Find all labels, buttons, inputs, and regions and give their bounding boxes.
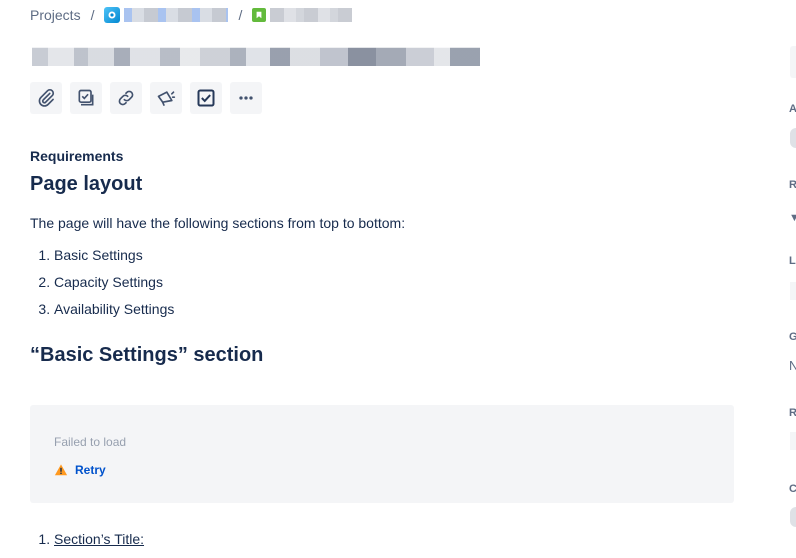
link-issue-button[interactable] xyxy=(110,82,142,114)
list-item: Capacity Settings xyxy=(54,273,734,291)
description-content[interactable]: Requirements Page layout The page will h… xyxy=(30,148,734,367)
sections-list: Basic Settings Capacity Settings Availab… xyxy=(30,246,734,318)
list-item: Section’s Title: xyxy=(54,530,144,548)
breadcrumb-project-link[interactable] xyxy=(124,8,229,22)
attachment-icon xyxy=(38,89,55,107)
breadcrumb-issue-link[interactable] xyxy=(270,8,353,22)
project-avatar-icon[interactable] xyxy=(104,7,121,23)
add-child-issue-button[interactable] xyxy=(70,82,102,114)
issue-toolbar xyxy=(30,82,262,114)
label-chip[interactable] xyxy=(790,282,796,300)
sidebar-field-label: A xyxy=(789,103,796,115)
list-item: Basic Settings xyxy=(54,246,734,264)
failed-message: Failed to load xyxy=(54,435,127,449)
sidebar-field-label: G xyxy=(789,331,796,343)
list-item: Availability Settings xyxy=(54,300,734,318)
announce-button[interactable] xyxy=(150,82,182,114)
more-actions-button[interactable] xyxy=(230,82,262,114)
checkbox-icon xyxy=(197,89,215,107)
sidebar-status-button[interactable] xyxy=(790,46,796,78)
basic-settings-heading: “Basic Settings” section xyxy=(30,344,264,366)
subsection-list: Section’s Title: xyxy=(30,530,144,548)
attach-button[interactable] xyxy=(30,82,62,114)
chevron-down-icon[interactable]: ▼ xyxy=(789,212,796,224)
breadcrumb-separator: / xyxy=(90,7,95,23)
checklist-button[interactable] xyxy=(190,82,222,114)
field-label: Requirements xyxy=(30,148,124,164)
retry-label: Retry xyxy=(75,463,106,477)
page-layout-heading: Page layout xyxy=(30,173,143,195)
sidebar-field-label: C xyxy=(789,483,796,495)
more-icon xyxy=(239,96,253,100)
failed-embed-panel: Failed to load Retry xyxy=(30,405,734,503)
avatar[interactable] xyxy=(790,128,796,148)
warning-icon xyxy=(54,464,68,476)
breadcrumb: Projects / / xyxy=(30,6,353,24)
retry-button[interactable]: Retry xyxy=(54,463,106,477)
story-icon xyxy=(252,8,267,22)
breadcrumb-projects-link[interactable]: Projects xyxy=(30,7,81,23)
add-child-icon xyxy=(78,89,94,106)
link-icon xyxy=(118,90,134,106)
sidebar-field-label: L xyxy=(789,255,796,267)
avatar[interactable] xyxy=(790,507,796,527)
intro-paragraph: The page will have the following section… xyxy=(30,215,406,231)
breadcrumb-separator: / xyxy=(238,7,243,23)
issue-title[interactable] xyxy=(30,47,480,66)
sidebar-field-value[interactable]: N xyxy=(789,358,796,373)
sidebar-field-value-chip[interactable] xyxy=(790,432,796,450)
sidebar-field-label: R xyxy=(789,179,796,191)
sidebar-field-label: R xyxy=(789,407,796,419)
megaphone-icon xyxy=(157,91,176,106)
